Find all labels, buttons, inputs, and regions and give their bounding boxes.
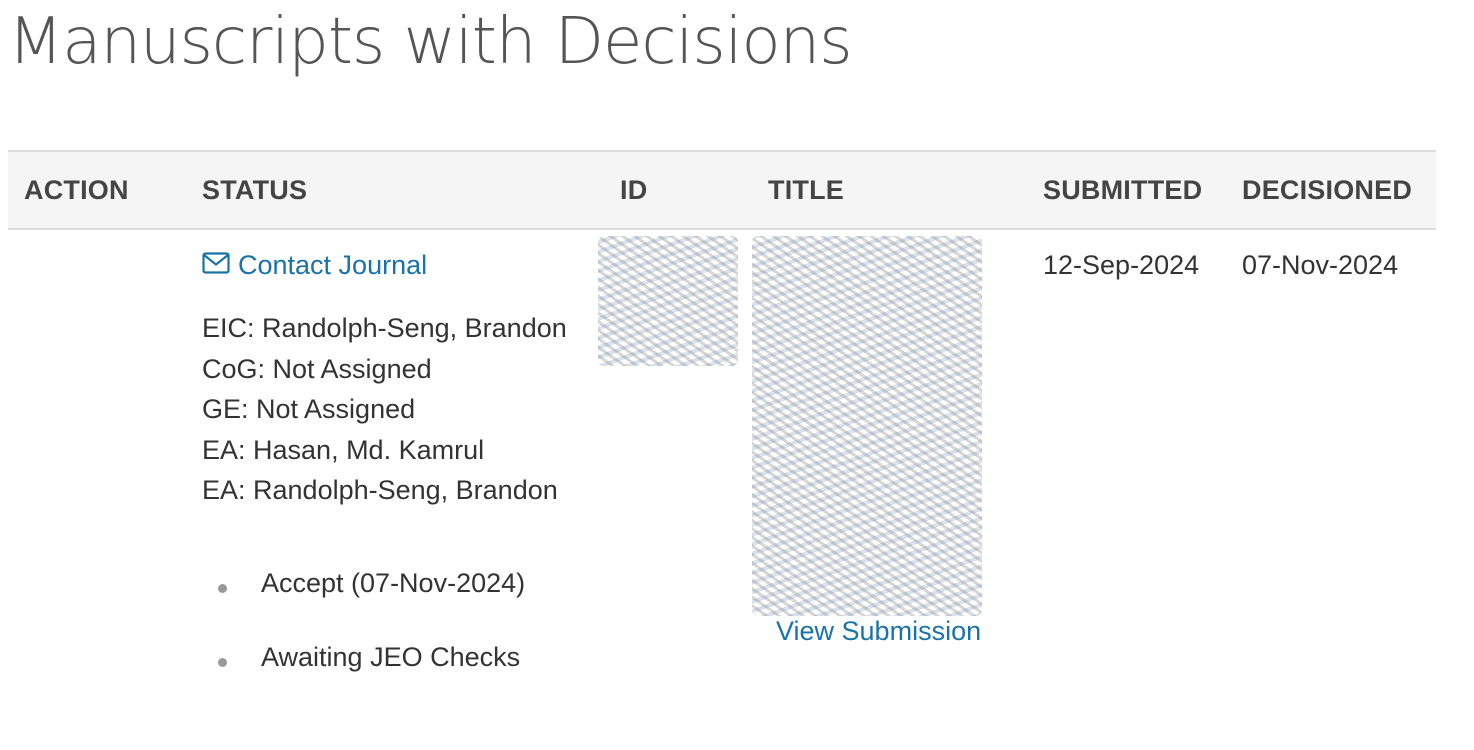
status-cell: Contact Journal [202, 250, 427, 281]
envelope-icon [202, 250, 230, 281]
list-item: Accept (07-Nov-2024) [202, 568, 525, 599]
assignment-ea-2: EA: Randolph-Seng, Brandon [202, 475, 558, 505]
contact-journal-link[interactable]: Contact Journal [202, 250, 427, 281]
submitted-date: 12-Sep-2024 [1043, 250, 1200, 280]
bullet-icon [218, 584, 227, 593]
status-list: Accept (07-Nov-2024) Awaiting JEO Checks [202, 568, 602, 688]
column-header-id[interactable]: ID [620, 152, 647, 228]
assignment-list: EIC: Randolph-Seng, Brandon CoG: Not Ass… [202, 308, 567, 511]
view-submission-link[interactable]: View Submission [776, 616, 981, 646]
assignment-ea-1: EA: Hasan, Md. Kamrul [202, 434, 485, 465]
decisioned-date: 07-Nov-2024 [1242, 250, 1399, 280]
view-submission-cell: View Submission [776, 616, 981, 647]
manuscripts-table: ACTION STATUS ID TITLE SUBMITTED DECISIO… [8, 150, 1436, 750]
redacted-id [598, 236, 738, 366]
status-awaiting: Awaiting JEO Checks [261, 642, 521, 672]
table-row: Contact Journal EIC: Randolph-Seng, Bran… [8, 230, 1436, 750]
column-header-decisioned[interactable]: DECISIONED [1242, 152, 1412, 228]
bullet-icon [218, 658, 227, 667]
column-header-submitted[interactable]: SUBMITTED [1043, 152, 1202, 228]
redacted-title [752, 236, 982, 616]
table-header: ACTION STATUS ID TITLE SUBMITTED DECISIO… [8, 150, 1436, 230]
column-header-status[interactable]: STATUS [202, 152, 307, 228]
assignment-eic: EIC: Randolph-Seng, Brandon [202, 313, 567, 343]
column-header-title[interactable]: TITLE [768, 152, 844, 228]
assignment-ge: GE: Not Assigned [202, 394, 416, 424]
column-header-action[interactable]: ACTION [24, 152, 129, 228]
contact-journal-label: Contact Journal [238, 250, 428, 280]
status-accept: Accept (07-Nov-2024) [261, 568, 526, 598]
assignment-cog: CoG: Not Assigned [202, 353, 432, 384]
page-title: Manuscripts with Decisions [8, 5, 853, 79]
list-item: Awaiting JEO Checks [202, 642, 520, 673]
